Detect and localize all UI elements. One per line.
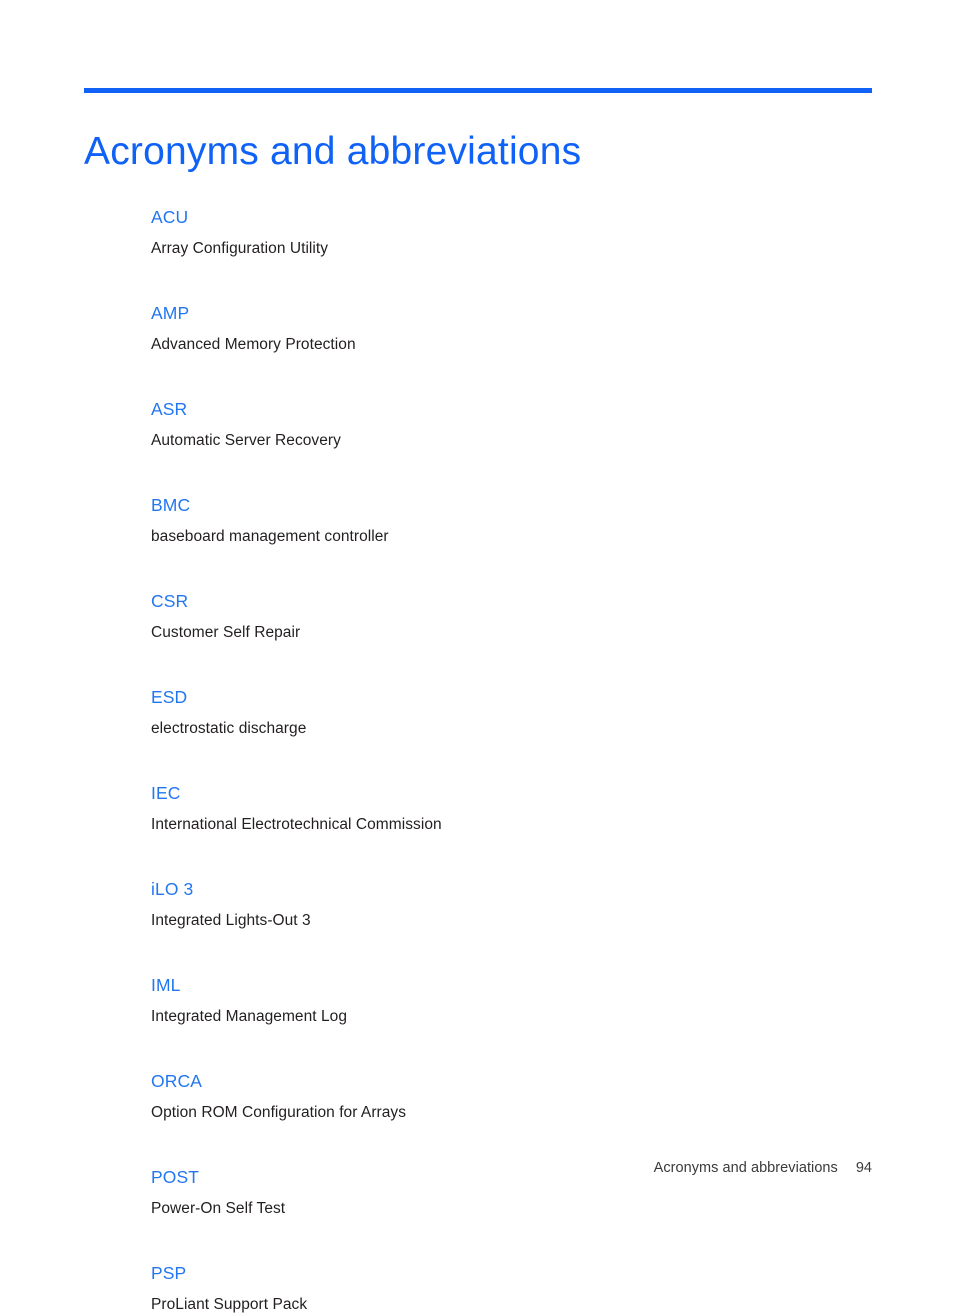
glossary-entry: ASR Automatic Server Recovery bbox=[151, 398, 872, 451]
glossary-term: ORCA bbox=[151, 1071, 202, 1091]
glossary-term: AMP bbox=[151, 303, 190, 323]
title-divider-rule bbox=[84, 88, 872, 93]
glossary-definition: Integrated Lights-Out 3 bbox=[151, 912, 311, 929]
glossary-term: IEC bbox=[151, 783, 181, 803]
document-page: Acronyms and abbreviations ACU Array Conf… bbox=[0, 0, 954, 1313]
page-title: Acronyms and abbreviations bbox=[84, 130, 582, 174]
glossary-term: ESD bbox=[151, 687, 188, 707]
glossary-definition: Customer Self Repair bbox=[151, 624, 301, 641]
glossary-term: ASR bbox=[151, 399, 188, 419]
glossary-entry: IEC International Electrotechnical Commis… bbox=[151, 782, 872, 835]
glossary-term: BMC bbox=[151, 495, 191, 515]
page-footer: Acronyms and abbreviations 94 bbox=[84, 1158, 872, 1178]
footer-page-number: 94 bbox=[855, 1160, 872, 1176]
glossary-definition: Automatic Server Recovery bbox=[151, 432, 341, 449]
glossary-term: CSR bbox=[151, 591, 189, 611]
glossary-entry: IML Integrated Management Log bbox=[151, 974, 872, 1027]
glossary-entry: ORCA Option ROM Configuration for Arrays bbox=[151, 1070, 872, 1123]
glossary-term: iLO 3 bbox=[151, 879, 194, 899]
glossary-term: ACU bbox=[151, 207, 189, 227]
glossary-definition: ProLiant Support Pack bbox=[151, 1296, 308, 1313]
glossary-entry: iLO 3 Integrated Lights-Out 3 bbox=[151, 878, 872, 931]
glossary-definition: Option ROM Configuration for Arrays bbox=[151, 1104, 407, 1121]
glossary-definition: Array Configuration Utility bbox=[151, 240, 329, 257]
glossary-entry: CSR Customer Self Repair bbox=[151, 590, 872, 643]
glossary-definition: Integrated Management Log bbox=[151, 1008, 347, 1025]
glossary-definition: International Electrotechnical Commissio… bbox=[151, 816, 442, 833]
glossary-definition: baseboard management controller bbox=[151, 528, 389, 545]
glossary-entry: BMC baseboard management controller bbox=[151, 494, 872, 547]
glossary-entry: ESD electrostatic discharge bbox=[151, 686, 872, 739]
glossary-definition: electrostatic discharge bbox=[151, 720, 307, 737]
glossary-definition: Power-On Self Test bbox=[151, 1200, 286, 1217]
glossary-entry: PSP ProLiant Support Pack bbox=[151, 1262, 872, 1315]
glossary-entry: ACU Array Configuration Utility bbox=[151, 206, 872, 259]
glossary-definition: Advanced Memory Protection bbox=[151, 336, 356, 353]
glossary-term: PSP bbox=[151, 1263, 187, 1283]
glossary-list: ACU Array Configuration Utility AMP Advance… bbox=[151, 206, 872, 1315]
glossary-entry: AMP Advanced Memory Protection bbox=[151, 302, 872, 355]
glossary-term: IML bbox=[151, 975, 181, 995]
footer-section-label: Acronyms and abbreviations bbox=[653, 1160, 838, 1176]
